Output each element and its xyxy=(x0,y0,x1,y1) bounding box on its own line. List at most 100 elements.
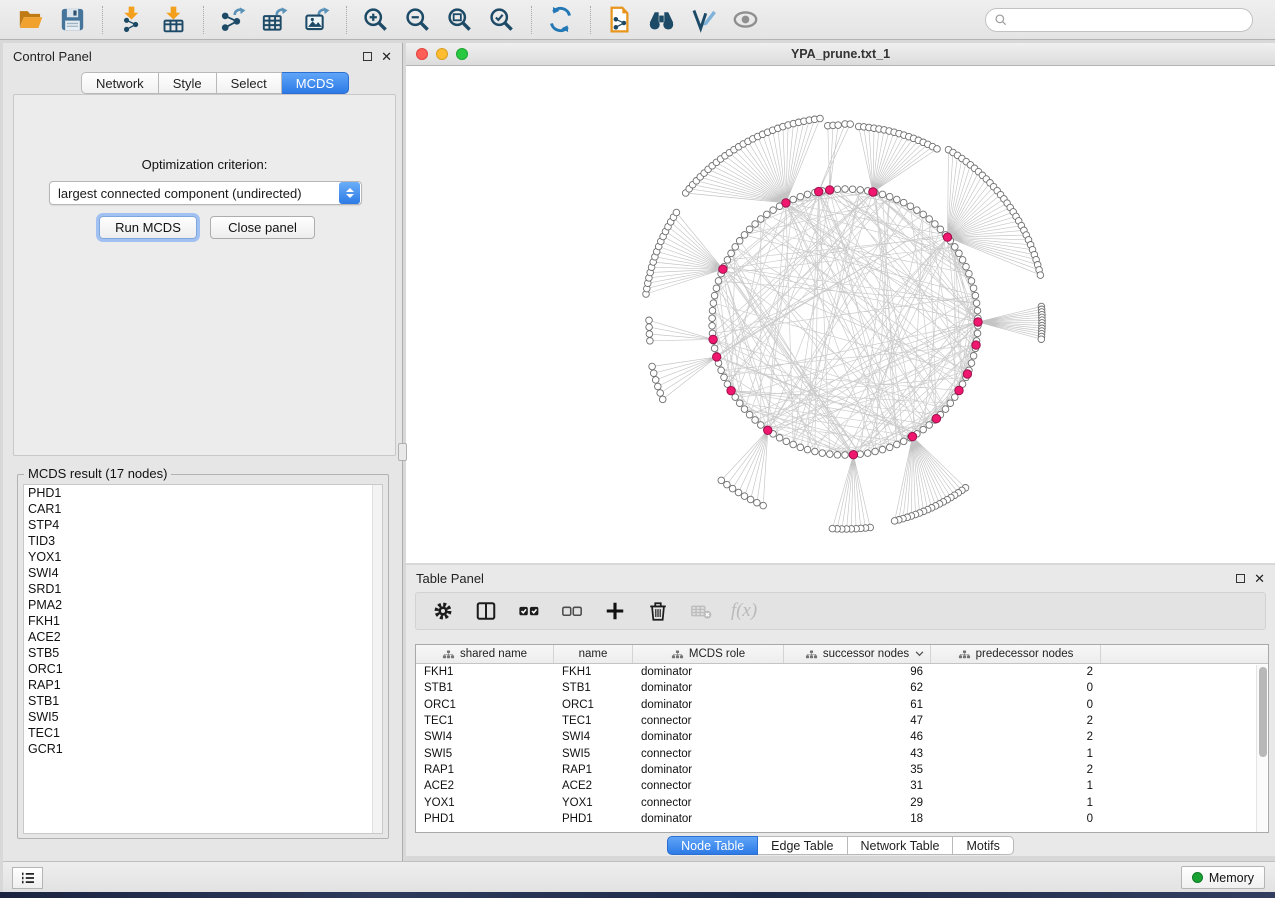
zoom-selected-icon[interactable] xyxy=(485,5,517,35)
table-cell[interactable]: PHD1 xyxy=(416,813,554,825)
table-cell[interactable]: SWI4 xyxy=(416,731,554,743)
table-cell[interactable]: dominator xyxy=(633,699,784,711)
table-cell[interactable]: YOX1 xyxy=(416,797,554,809)
table-scrollbar-thumb[interactable] xyxy=(1259,667,1267,757)
table-cell[interactable]: connector xyxy=(633,780,784,792)
show-hide-panel-icon[interactable] xyxy=(729,5,761,35)
table-cell[interactable]: STB1 xyxy=(416,682,554,694)
close-table-panel-icon[interactable]: ✕ xyxy=(1254,574,1265,583)
table-cell[interactable]: 2 xyxy=(931,666,1101,678)
close-panel-button[interactable]: Close panel xyxy=(210,216,315,239)
column-header-successor-nodes[interactable]: successor nodes xyxy=(784,645,931,663)
table-cell[interactable]: SWI5 xyxy=(416,748,554,760)
mcds-result-node[interactable]: SWI5 xyxy=(24,709,382,725)
import-network-icon[interactable] xyxy=(115,5,147,35)
optimization-criterion-select[interactable]: largest connected component (undirected) xyxy=(49,181,362,205)
mcds-result-node[interactable]: SWI4 xyxy=(24,565,382,581)
float-panel-icon[interactable] xyxy=(363,52,372,61)
graphics-details-icon[interactable] xyxy=(687,5,719,35)
export-network-icon[interactable] xyxy=(216,5,248,35)
table-row[interactable]: STB1STB1dominator620 xyxy=(416,680,1268,696)
apply-layout-icon[interactable] xyxy=(544,5,576,35)
table-settings-icon[interactable] xyxy=(430,598,456,624)
table-cell[interactable]: 62 xyxy=(784,682,931,694)
table-row[interactable]: ACE2ACE2connector311 xyxy=(416,778,1268,794)
table-row[interactable]: YOX1YOX1connector291 xyxy=(416,794,1268,810)
table-cell[interactable]: 2 xyxy=(931,731,1101,743)
table-cell[interactable]: FKH1 xyxy=(416,666,554,678)
export-table-icon[interactable] xyxy=(258,5,290,35)
mcds-result-node[interactable]: STP4 xyxy=(24,517,382,533)
table-cell[interactable]: 96 xyxy=(784,666,931,678)
mcds-result-list[interactable]: PHD1CAR1STP4TID3YOX1SWI4SRD1PMA2FKH1ACE2… xyxy=(23,484,383,834)
new-network-from-selection-icon[interactable] xyxy=(603,5,635,35)
table-cell[interactable]: dominator xyxy=(633,731,784,743)
mcds-result-node[interactable]: STB1 xyxy=(24,693,382,709)
mcds-list-scrollbar[interactable] xyxy=(372,485,382,833)
table-row[interactable]: PHD1PHD1dominator180 xyxy=(416,811,1268,827)
table-cell[interactable]: ACE2 xyxy=(416,780,554,792)
table-cell[interactable]: 1 xyxy=(931,780,1101,792)
tab-edge-table[interactable]: Edge Table xyxy=(758,836,847,855)
table-cell[interactable]: 1 xyxy=(931,748,1101,760)
table-cell[interactable]: 35 xyxy=(784,764,931,776)
table-cell[interactable]: dominator xyxy=(633,682,784,694)
table-cell[interactable]: 47 xyxy=(784,715,931,727)
mcds-result-node[interactable]: CAR1 xyxy=(24,501,382,517)
close-panel-icon[interactable]: ✕ xyxy=(381,52,392,61)
table-cell[interactable]: 0 xyxy=(931,682,1101,694)
table-cell[interactable]: 61 xyxy=(784,699,931,711)
table-cell[interactable]: dominator xyxy=(633,764,784,776)
memory-button[interactable]: Memory xyxy=(1181,866,1265,889)
table-cell[interactable]: dominator xyxy=(633,666,784,678)
table-cell[interactable]: ORC1 xyxy=(416,699,554,711)
mcds-result-node[interactable]: STB5 xyxy=(24,645,382,661)
table-row[interactable]: ORC1ORC1dominator610 xyxy=(416,697,1268,713)
table-scrollbar[interactable] xyxy=(1256,665,1267,832)
table-cell[interactable]: FKH1 xyxy=(554,666,633,678)
search-box[interactable] xyxy=(985,8,1253,32)
tab-mcds[interactable]: MCDS xyxy=(282,72,349,94)
table-cell[interactable]: 31 xyxy=(784,780,931,792)
network-canvas[interactable] xyxy=(406,66,1275,562)
mcds-result-node[interactable]: FKH1 xyxy=(24,613,382,629)
tab-node-table[interactable]: Node Table xyxy=(667,836,758,855)
task-manager-button[interactable] xyxy=(12,867,43,889)
table-cell[interactable]: connector xyxy=(633,797,784,809)
open-file-icon[interactable] xyxy=(14,5,46,35)
column-header-shared-name[interactable]: shared name xyxy=(416,645,554,663)
tab-select[interactable]: Select xyxy=(217,72,282,94)
mcds-result-node[interactable]: RAP1 xyxy=(24,677,382,693)
split-view-icon[interactable] xyxy=(473,598,499,624)
table-cell[interactable]: YOX1 xyxy=(554,797,633,809)
table-cell[interactable]: TEC1 xyxy=(416,715,554,727)
table-row[interactable]: FKH1FKH1dominator962 xyxy=(416,664,1268,680)
table-cell[interactable]: connector xyxy=(633,748,784,760)
search-input[interactable] xyxy=(1008,11,1252,29)
table-cell[interactable]: ACE2 xyxy=(554,780,633,792)
deselect-all-rows-icon[interactable] xyxy=(559,598,585,624)
table-cell[interactable]: 0 xyxy=(931,699,1101,711)
table-cell[interactable]: 46 xyxy=(784,731,931,743)
mcds-result-node[interactable]: YOX1 xyxy=(24,549,382,565)
table-cell[interactable]: ORC1 xyxy=(554,699,633,711)
mcds-result-node[interactable]: PMA2 xyxy=(24,597,382,613)
select-all-rows-icon[interactable] xyxy=(516,598,542,624)
table-cell[interactable]: STB1 xyxy=(554,682,633,694)
mcds-result-node[interactable]: SRD1 xyxy=(24,581,382,597)
float-table-panel-icon[interactable] xyxy=(1236,574,1245,583)
table-cell[interactable]: 29 xyxy=(784,797,931,809)
mcds-result-node[interactable]: GCR1 xyxy=(24,741,382,757)
tab-style[interactable]: Style xyxy=(159,72,217,94)
table-row[interactable]: RAP1RAP1dominator352 xyxy=(416,762,1268,778)
table-cell[interactable]: 43 xyxy=(784,748,931,760)
mcds-result-node[interactable]: ACE2 xyxy=(24,629,382,645)
column-header-name[interactable]: name xyxy=(554,645,633,663)
mcds-result-node[interactable]: TID3 xyxy=(24,533,382,549)
save-session-icon[interactable] xyxy=(56,5,88,35)
table-cell[interactable]: PHD1 xyxy=(554,813,633,825)
add-column-icon[interactable] xyxy=(602,598,628,624)
table-cell[interactable]: TEC1 xyxy=(554,715,633,727)
table-cell[interactable]: dominator xyxy=(633,813,784,825)
table-cell[interactable]: 0 xyxy=(931,813,1101,825)
